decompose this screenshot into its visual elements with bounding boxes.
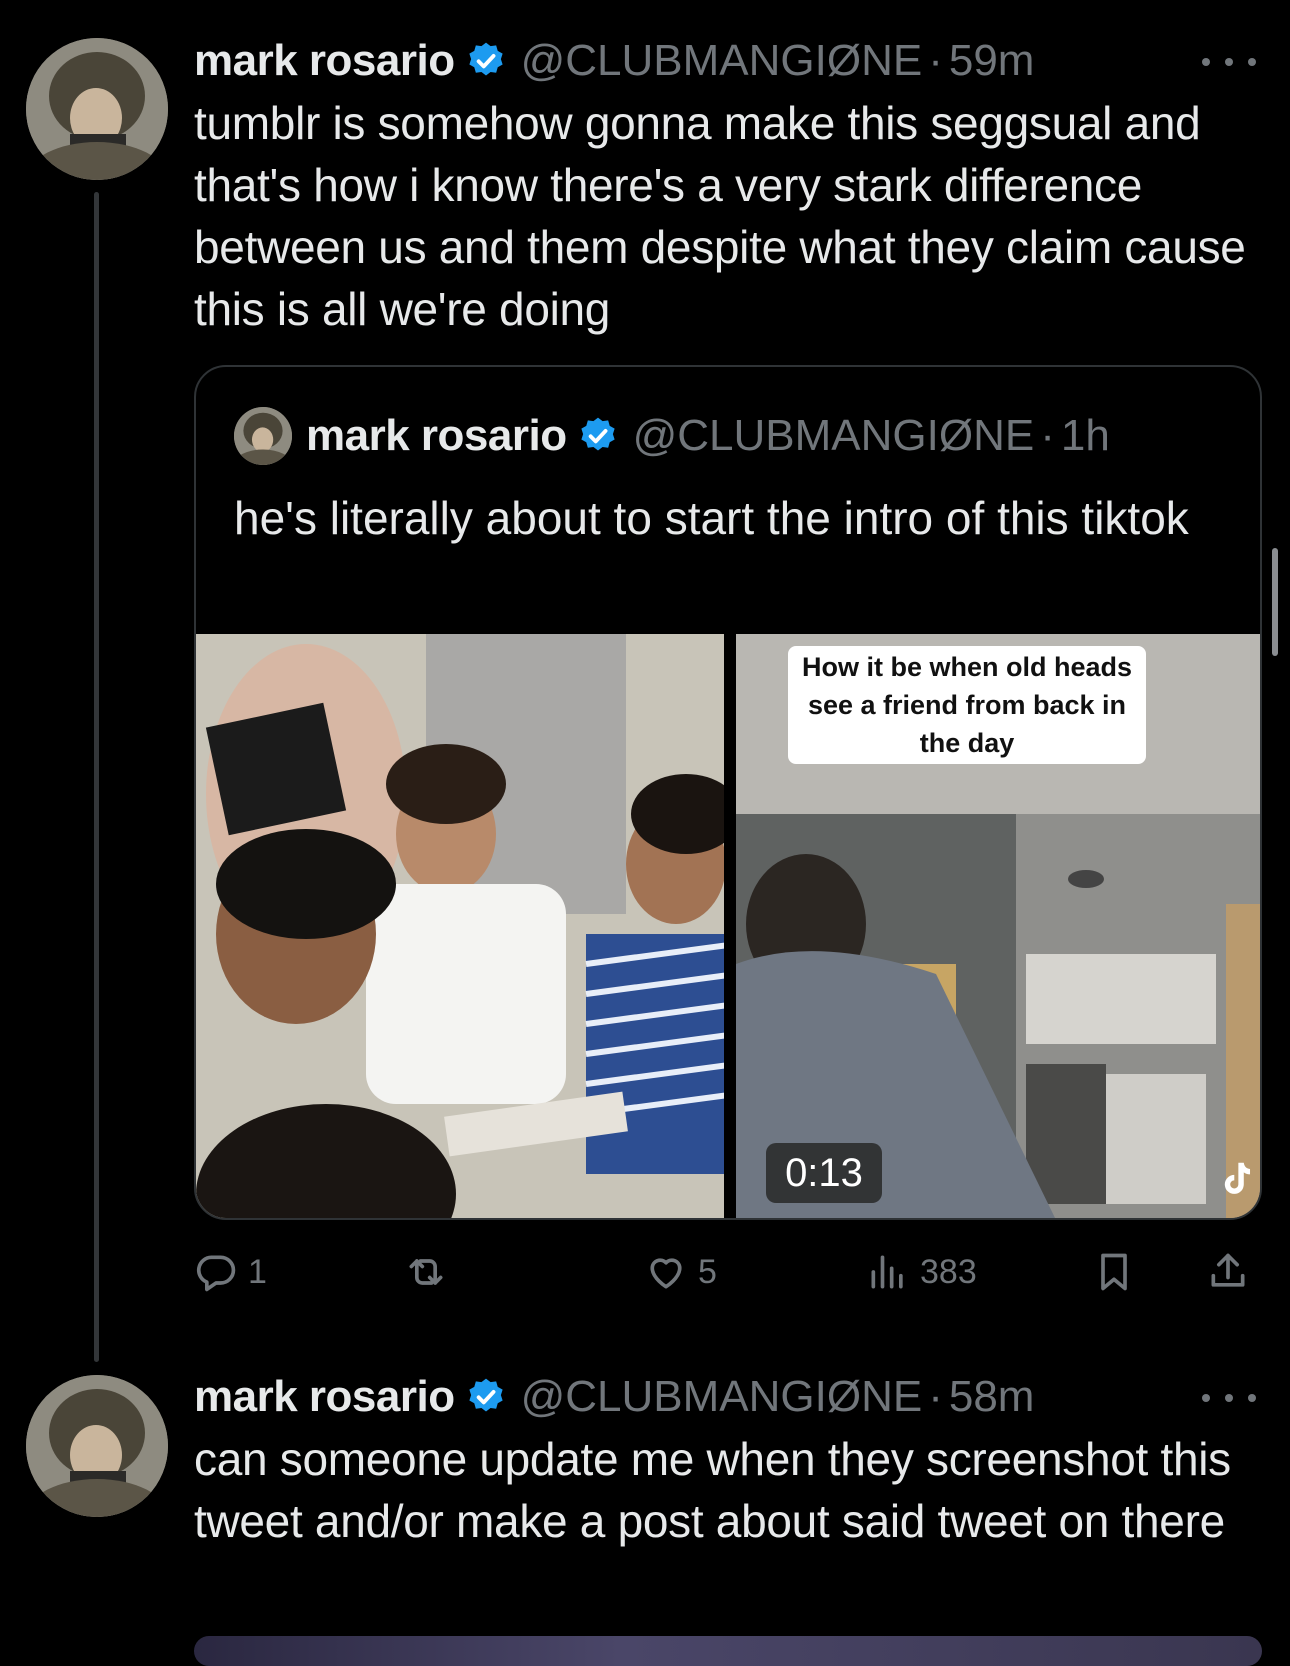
verified-badge-icon: [468, 42, 503, 76]
handle[interactable]: @CLUBMANGIØNE: [521, 1372, 923, 1422]
next-media-card[interactable]: [194, 1636, 1262, 1666]
tweet-text: can someone update me when they screensh…: [194, 1433, 1231, 1547]
views-icon: [871, 1255, 903, 1289]
separator-dot: ·: [928, 1372, 943, 1421]
avatar[interactable]: [26, 38, 168, 180]
media-photo[interactable]: [196, 634, 724, 1218]
reply-button[interactable]: 1: [194, 1240, 267, 1304]
display-name[interactable]: mark rosario: [194, 1372, 455, 1422]
tiktok-icon: [1224, 1162, 1251, 1194]
bookmark-icon: [1101, 1253, 1127, 1291]
reply-icon: [196, 1255, 236, 1292]
retweet-icon: [409, 1259, 443, 1285]
verified-badge-icon: [580, 417, 615, 451]
share-icon: [1211, 1253, 1245, 1287]
avatar-image: [26, 1375, 168, 1517]
separator-dot: ·: [1040, 411, 1055, 460]
quote-display-name: mark rosario: [306, 411, 567, 460]
like-count: 5: [698, 1252, 717, 1291]
quote-timestamp: 1h: [1060, 411, 1110, 460]
timestamp[interactable]: 59m: [949, 36, 1035, 86]
tweet-1[interactable]: mark rosario @CLUBMANGIØNE · 59m tumblr …: [0, 0, 1290, 1340]
tweet-text: tumblr is somehow gonna make this seggsu…: [194, 97, 1246, 335]
avatar-image: [26, 38, 168, 180]
bookmark-button[interactable]: [1092, 1240, 1146, 1304]
quote-header: mark rosario @CLUBMANGIØNE · 1h: [234, 407, 1110, 465]
like-icon: [650, 1258, 682, 1289]
timestamp[interactable]: 58m: [949, 1372, 1035, 1422]
quote-tweet-card[interactable]: mark rosario @CLUBMANGIØNE · 1h he's lit…: [194, 365, 1262, 1220]
action-bar: 1 5 383: [194, 1240, 1262, 1304]
more-icon[interactable]: [1202, 1388, 1256, 1408]
retweet-button[interactable]: [404, 1240, 458, 1304]
quote-handle: @CLUBMANGIØNE: [632, 411, 1035, 460]
quote-avatar: [234, 407, 292, 465]
tweet-2[interactable]: mark rosario @CLUBMANGIØNE · 58m can som…: [0, 1340, 1290, 1647]
views-count: 383: [920, 1252, 977, 1291]
video-duration: 0:13: [766, 1143, 882, 1203]
like-button[interactable]: 5: [644, 1240, 717, 1304]
display-name[interactable]: mark rosario: [194, 36, 455, 86]
classroom-photo: [196, 634, 724, 1218]
separator-dot: ·: [928, 36, 943, 85]
avatar[interactable]: [26, 1375, 168, 1517]
reply-count: 1: [248, 1252, 267, 1291]
views-button[interactable]: 383: [866, 1240, 977, 1304]
video-caption: How it be when old heads see a friend fr…: [788, 646, 1146, 764]
more-icon[interactable]: [1202, 52, 1256, 72]
media-video[interactable]: How it be when old heads see a friend fr…: [736, 634, 1260, 1218]
share-button[interactable]: [1206, 1240, 1260, 1304]
verified-badge-icon: [468, 1378, 503, 1412]
handle[interactable]: @CLUBMANGIØNE: [521, 36, 923, 86]
quote-text: he's literally about to start the intro …: [234, 492, 1189, 544]
tweet-header: mark rosario @CLUBMANGIØNE · 58m: [194, 1370, 1034, 1424]
scrollbar[interactable]: [1272, 548, 1278, 656]
tweet-header: mark rosario @CLUBMANGIØNE · 59m: [194, 34, 1034, 88]
